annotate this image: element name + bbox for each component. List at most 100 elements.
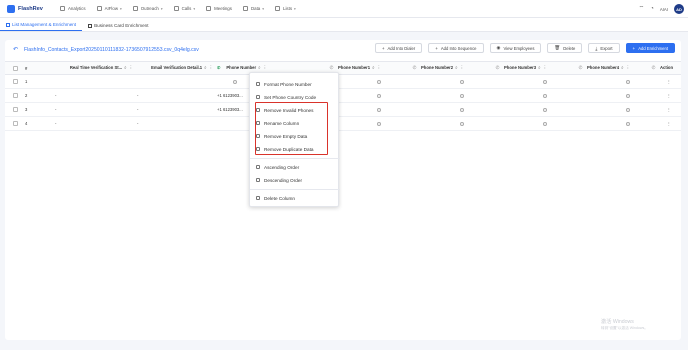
- more-icon[interactable]: ⋮: [460, 65, 464, 70]
- select-all-checkbox-cell[interactable]: [5, 61, 23, 75]
- cell-rtv: -: [53, 116, 135, 131]
- more-icon[interactable]: ⋮: [377, 65, 381, 70]
- menu-item-set-country-code[interactable]: Set Phone Country Code: [256, 92, 316, 102]
- wifi-icon[interactable]: ⌔: [639, 6, 645, 12]
- export-button[interactable]: ⤓ Export: [588, 43, 620, 53]
- status-circle-icon: [460, 79, 464, 84]
- logo-text: FlashRev: [18, 5, 43, 12]
- add-enrichment-button[interactable]: + Add Enrichment: [625, 43, 675, 53]
- row-index: 4: [23, 116, 53, 131]
- chevron-down-icon: ▾: [294, 6, 296, 11]
- more-icon[interactable]: ⋮: [129, 65, 133, 70]
- nav-item-aiflow[interactable]: AIFlow ▾: [96, 6, 122, 11]
- col-action: ✆ Action: [632, 61, 681, 75]
- outreach-icon: [132, 6, 138, 11]
- chevron-down-icon: ▾: [160, 6, 163, 11]
- database-icon: [242, 6, 248, 11]
- nav-item-analytics[interactable]: Analytics: [60, 6, 86, 11]
- back-arrow-icon[interactable]: ↶: [13, 46, 18, 53]
- more-icon[interactable]: ⋮: [626, 65, 630, 70]
- add-into-sequence-button[interactable]: + Add Into Sequence: [428, 43, 484, 53]
- row-checkbox[interactable]: [13, 79, 18, 85]
- view-employees-button[interactable]: ◉ View Employees: [489, 43, 542, 53]
- more-icon[interactable]: ⋮: [263, 65, 267, 70]
- search-icon[interactable]: ⌕: [372, 65, 374, 70]
- phone-icon: ✆: [495, 65, 500, 70]
- nav-item-lists[interactable]: Lists ▾: [275, 6, 296, 11]
- row-action-menu[interactable]: ⋮: [632, 102, 681, 117]
- search-icon[interactable]: ⌕: [204, 65, 206, 70]
- globe-icon: [256, 95, 260, 99]
- chart-icon: [60, 6, 65, 11]
- search-icon[interactable]: ⌕: [124, 65, 126, 70]
- col-phone-number4[interactable]: ✆ Phone Number4 ⌕ ⋮: [549, 61, 632, 75]
- top-right-tools: ⌔ ◔ AIAI AD: [639, 4, 684, 14]
- windows-watermark: 激活 Windows 转到"设置"以激活 Windows。: [601, 319, 648, 331]
- menu-item-descending-order[interactable]: Descending Order: [256, 175, 302, 185]
- phone-icon: ✆: [329, 65, 334, 70]
- table-row[interactable]: 3 - - +1 6123903... ⋮: [5, 102, 681, 117]
- menu-item-ascending-order[interactable]: Ascending Order: [256, 162, 299, 172]
- row-action-menu[interactable]: ⋮: [632, 88, 681, 103]
- status-circle-icon: [626, 121, 630, 126]
- nav-item-meetings[interactable]: Meetings: [206, 6, 232, 11]
- cell-rtv: -: [53, 102, 135, 117]
- row-checkbox[interactable]: [13, 107, 18, 113]
- delete-button[interactable]: 🗑 Delete: [547, 43, 583, 53]
- search-icon[interactable]: ⌕: [258, 65, 260, 70]
- status-circle-icon: [543, 121, 547, 126]
- row-action-menu[interactable]: ⋮: [632, 74, 681, 89]
- main-card: ↶ FlashInfo_Contacts_Export2025011011183…: [5, 40, 681, 340]
- col-email-verification[interactable]: Email Verification Detail.1 ⌕ ⋮: [135, 61, 215, 75]
- search-icon[interactable]: ⌕: [455, 65, 457, 70]
- add-into-dialer-button[interactable]: + Add Into Dialer: [374, 43, 423, 53]
- main-nav: Analytics AIFlow ▾ Outreach ▾ Calls ▾ Meeti…: [60, 6, 307, 11]
- status-circle-icon: [543, 93, 547, 98]
- row-index: 2: [23, 88, 53, 103]
- app-logo[interactable]: FlashRev: [7, 4, 53, 13]
- status-circle-icon: [626, 93, 630, 98]
- cell-email: -: [135, 116, 215, 131]
- phone-icon: ✆: [217, 65, 221, 70]
- tab-business-card[interactable]: Business Card Enrichment: [82, 23, 154, 31]
- phone-icon: ✆: [651, 65, 656, 70]
- data-table: # Real Time Verification St... ⌕ ⋮ Email V…: [5, 61, 681, 131]
- flow-icon: [96, 6, 102, 11]
- select-all-checkbox[interactable]: [13, 65, 18, 71]
- more-icon[interactable]: ⋮: [209, 65, 213, 70]
- table-row[interactable]: 1 ⋮: [5, 74, 681, 89]
- row-action-menu[interactable]: ⋮: [632, 116, 681, 131]
- toolbar-actions: + Add Into Dialer + Add Into Sequence ◉ Vie…: [374, 43, 675, 53]
- row-checkbox[interactable]: [13, 121, 18, 127]
- chevron-down-icon: ▾: [193, 6, 196, 11]
- cell-phone3: [466, 88, 549, 103]
- col-phone-number2[interactable]: ✆ Phone Number2 ⌕ ⋮: [383, 61, 466, 75]
- card-icon: [88, 23, 93, 28]
- status-circle-icon: [626, 107, 630, 112]
- more-icon[interactable]: ⋮: [543, 65, 547, 70]
- col-phone-number3[interactable]: ✆ Phone Number3 ⌕ ⋮: [466, 61, 549, 75]
- download-icon: ⤓: [595, 45, 598, 51]
- nav-item-outreach[interactable]: Outreach ▾: [132, 6, 163, 11]
- status-circle-icon: [543, 79, 547, 84]
- nav-item-data[interactable]: Data ▾: [242, 6, 264, 11]
- tab-list-management[interactable]: List Management & Enrichment: [0, 22, 83, 31]
- nav-item-calls[interactable]: Calls ▾: [173, 6, 196, 11]
- menu-item-delete-column[interactable]: Delete Column: [256, 193, 295, 203]
- search-icon[interactable]: ⌕: [538, 65, 540, 70]
- table-row[interactable]: 4 - - ⋮: [5, 116, 681, 131]
- list-icon: [275, 6, 280, 11]
- row-index: 1: [23, 74, 53, 89]
- format-icon: [256, 82, 260, 86]
- user-name[interactable]: AIAI: [660, 7, 668, 12]
- notification-icon[interactable]: ◔: [650, 6, 654, 12]
- table-row[interactable]: 2 - - +1 6123903... ⋮: [5, 88, 681, 103]
- col-real-time-verification[interactable]: Real Time Verification St... ⌕ ⋮: [53, 61, 135, 75]
- status-circle-icon: [460, 107, 464, 112]
- avatar[interactable]: AD: [674, 4, 684, 14]
- sort-descending-icon: [256, 178, 260, 182]
- menu-item-format-phone[interactable]: Format Phone Number: [256, 79, 312, 89]
- search-icon[interactable]: ⌕: [621, 65, 623, 70]
- file-name[interactable]: FlashInfo_Contacts_Export20250110111832-…: [24, 47, 199, 53]
- row-checkbox[interactable]: [13, 93, 18, 99]
